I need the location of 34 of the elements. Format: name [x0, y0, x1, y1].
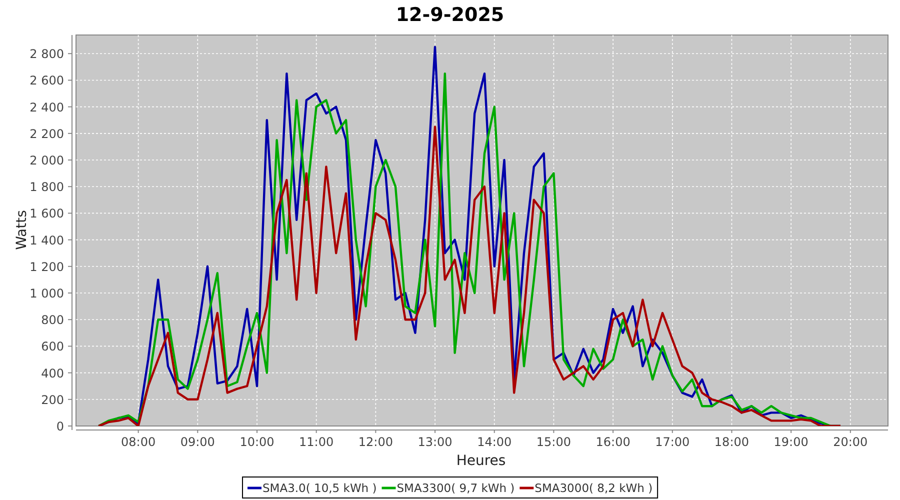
y-tick-label: 2 000 — [30, 154, 64, 168]
y-tick-label: 0 — [56, 420, 64, 434]
y-tick-label: 2 600 — [30, 74, 64, 88]
x-tick-label: 09:00 — [180, 435, 215, 449]
y-tick-label: 2 200 — [30, 126, 64, 141]
x-tick-label: 20:00 — [833, 435, 868, 449]
x-tick-label: 13:00 — [418, 435, 452, 449]
y-tick-label: 1 800 — [30, 180, 64, 194]
y-tick-label: 600 — [41, 340, 64, 354]
x-tick-label: 14:00 — [477, 435, 512, 449]
x-tick-label: 16:00 — [596, 435, 630, 449]
x-axis-title: Heures — [456, 453, 506, 469]
x-tick-label: 15:00 — [536, 435, 571, 449]
x-tick-label: 12:00 — [358, 435, 393, 449]
y-tick-label: 2 800 — [30, 47, 64, 62]
y-tick-label: 800 — [41, 313, 64, 328]
y-tick-label: 1 600 — [30, 206, 64, 221]
legend-item: SMA3300( 9,7 kWh ) — [382, 481, 515, 495]
y-tick-label: 400 — [41, 366, 64, 380]
x-tick-label: 18:00 — [714, 435, 750, 449]
x-tick-label: 11:00 — [299, 435, 334, 449]
y-tick-label: 1 400 — [30, 233, 64, 248]
y-tick-label: 1 200 — [30, 260, 64, 274]
y-axis-title: Watts — [14, 210, 30, 250]
legend-item: SMA3.0( 10,5 kWh ) — [248, 481, 377, 495]
x-tick-label: 10:00 — [240, 435, 274, 449]
chart-title: 12-9-2025 — [396, 4, 504, 26]
x-tick-label: 17:00 — [655, 435, 690, 449]
x-tick-label: 08:00 — [121, 435, 156, 449]
y-tick-label: 200 — [41, 392, 64, 407]
x-tick-label: 19:00 — [774, 435, 808, 449]
legend-item: SMA3000( 8,2 kWh ) — [520, 481, 653, 495]
y-tick-label: 1 000 — [30, 286, 64, 300]
y-tick-label: 2 400 — [30, 100, 64, 114]
